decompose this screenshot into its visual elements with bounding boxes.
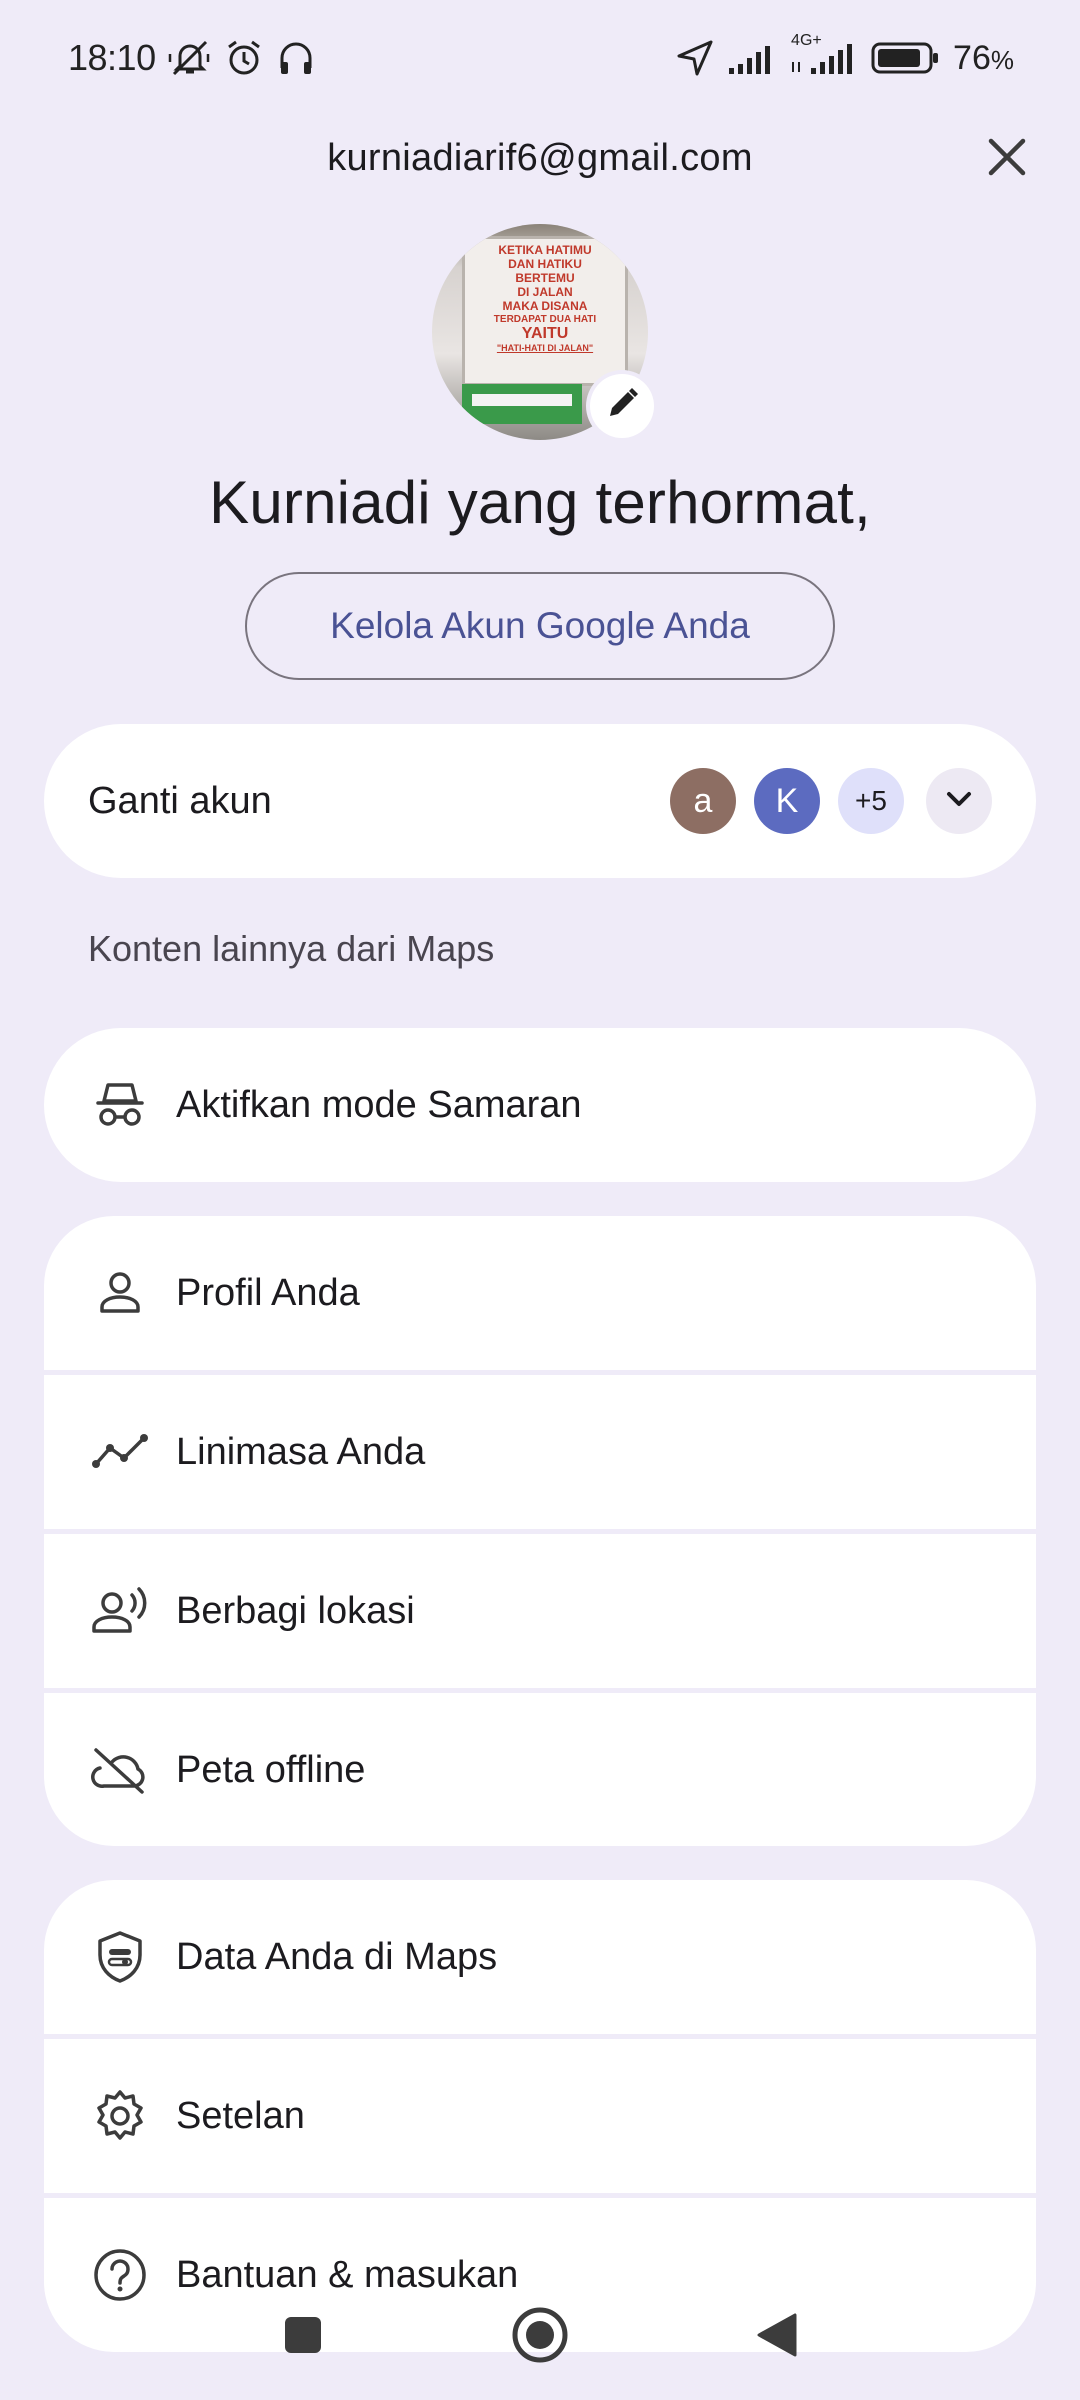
more-accounts-badge[interactable]: +5 xyxy=(838,768,904,834)
gear-icon xyxy=(88,2084,152,2148)
avatar-sign-image: KETIKA HATIMU DAN HATIKU BERTEMU DI JALA… xyxy=(462,236,628,386)
menu-item-location-sharing[interactable]: Berbagi lokasi xyxy=(44,1529,1036,1688)
mute-icon xyxy=(168,38,212,78)
headphones-icon xyxy=(276,38,316,78)
account-email: kurniadiarif6@gmail.com xyxy=(327,136,753,179)
avatar-caption-line: MAKA DISANA xyxy=(502,299,588,313)
menu-item-label: Profil Anda xyxy=(176,1271,360,1314)
menu-item-profile[interactable]: Profil Anda xyxy=(44,1216,1036,1370)
account-avatars: a K +5 xyxy=(670,768,992,834)
menu-item-offline-maps[interactable]: Peta offline xyxy=(44,1688,1036,1846)
avatar-caption-line: "HATI-HATI DI JALAN" xyxy=(496,343,594,353)
switch-account-label: Ganti akun xyxy=(88,779,272,822)
manage-account-button[interactable]: Kelola Akun Google Anda xyxy=(245,572,835,680)
status-left: 18:10 xyxy=(68,37,316,79)
menu-item-label: Linimasa Anda xyxy=(176,1430,426,1473)
network-label: 4G+ xyxy=(791,32,822,49)
person-icon xyxy=(88,1261,152,1325)
battery-value: 76 xyxy=(953,38,991,77)
triangle-back-icon xyxy=(755,2311,799,2364)
cloud-off-icon xyxy=(88,1738,152,1802)
location-arrow-icon xyxy=(675,38,715,78)
back-button[interactable] xyxy=(732,2292,822,2382)
avatar-caption-line: KETIKA HATIMU xyxy=(498,243,592,257)
avatar-caption-line: BERTEMU xyxy=(515,271,575,285)
menu-group-2: Data Anda di Maps Setelan Bantuan & masu… xyxy=(44,1880,1036,2352)
circle-home-icon xyxy=(510,2305,570,2370)
account-avatar-k[interactable]: K xyxy=(754,768,820,834)
timeline-icon xyxy=(88,1420,152,1484)
menu-item-label: Setelan xyxy=(176,2094,305,2137)
close-button[interactable] xyxy=(972,124,1042,194)
battery-percentage: 76% xyxy=(953,39,1014,78)
account-avatar-a[interactable]: a xyxy=(670,768,736,834)
edit-photo-button[interactable] xyxy=(590,374,654,438)
status-bar: 18:10 4G+ 76% xyxy=(0,0,1080,116)
avatar-caption: KETIKA HATIMU DAN HATIKU BERTEMU DI JALA… xyxy=(465,243,625,355)
recents-button[interactable] xyxy=(258,2292,348,2382)
avatar-caption-line: DAN HATIKU xyxy=(508,257,582,271)
incognito-icon xyxy=(88,1073,152,1137)
status-right: 4G+ 76% xyxy=(675,32,1014,78)
menu-item-your-data[interactable]: Data Anda di Maps xyxy=(44,1880,1036,2034)
expand-accounts-button[interactable] xyxy=(926,768,992,834)
square-icon xyxy=(283,2315,323,2360)
switch-account-row[interactable]: Ganti akun a K +5 xyxy=(44,724,1036,878)
menu-item-label: Bantuan & masukan xyxy=(176,2253,519,2296)
incognito-mode-item[interactable]: Aktifkan mode Samaran xyxy=(44,1028,1036,1182)
avatar-caption-line: DI JALAN xyxy=(517,285,573,299)
signal-icon xyxy=(727,40,777,76)
chevron-down-icon xyxy=(942,782,976,821)
menu-item-label: Peta offline xyxy=(176,1748,366,1791)
menu-item-label: Data Anda di Maps xyxy=(176,1935,498,1978)
system-nav-bar xyxy=(0,2292,1080,2382)
shield-icon xyxy=(88,1925,152,1989)
battery-icon xyxy=(871,40,941,76)
avatar-container: KETIKA HATIMU DAN HATIKU BERTEMU DI JALA… xyxy=(432,224,654,440)
menu-item-timeline[interactable]: Linimasa Anda xyxy=(44,1370,1036,1529)
home-button[interactable] xyxy=(495,2292,585,2382)
avatar-base-stripe xyxy=(472,394,572,406)
section-label-more-from-maps: Konten lainnya dari Maps xyxy=(88,928,495,969)
menu-item-settings[interactable]: Setelan xyxy=(44,2034,1036,2193)
alarm-icon xyxy=(224,38,264,78)
greeting-title: Kurniadi yang terhormat, xyxy=(209,469,871,536)
menu-group-1: Profil Anda Linimasa Anda Berbagi lokasi… xyxy=(44,1216,1036,1846)
avatar-caption-line: YAITU xyxy=(521,325,569,342)
location-sharing-icon xyxy=(88,1579,152,1643)
close-icon xyxy=(985,135,1029,184)
account-header: kurniadiarif6@gmail.com xyxy=(0,118,1080,198)
battery-unit: % xyxy=(990,44,1014,75)
pencil-icon xyxy=(602,384,642,429)
incognito-mode-label: Aktifkan mode Samaran xyxy=(176,1083,582,1126)
incognito-card: Aktifkan mode Samaran xyxy=(44,1028,1036,1182)
account-initial: a xyxy=(693,781,713,820)
status-time: 18:10 xyxy=(68,37,156,78)
account-initial: K xyxy=(775,781,799,820)
signal-4g-icon: 4G+ xyxy=(789,32,859,76)
menu-item-label: Berbagi lokasi xyxy=(176,1589,415,1632)
